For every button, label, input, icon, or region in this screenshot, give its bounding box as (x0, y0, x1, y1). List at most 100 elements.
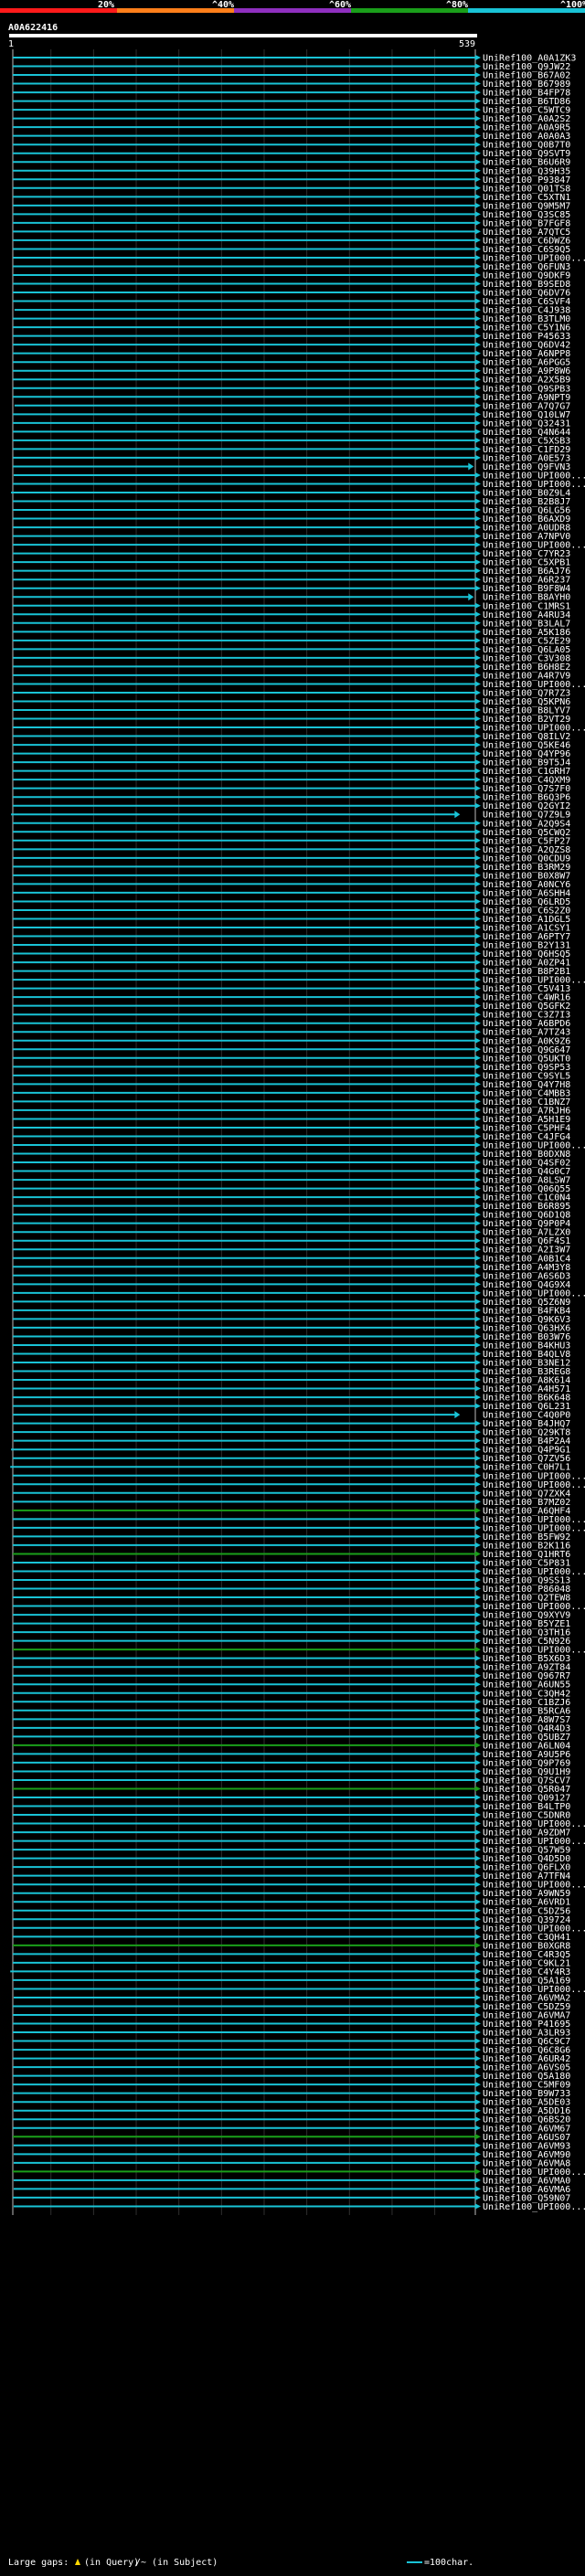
hit-end-arrow (475, 1838, 481, 1844)
hit-end-arrow (475, 542, 481, 548)
hit-end-arrow (475, 515, 481, 522)
hit-end-arrow (475, 472, 481, 478)
hit-end-arrow (475, 2030, 481, 2036)
hit-end-arrow (475, 1360, 481, 1365)
legend-scale-label: =100char. (424, 2558, 473, 2568)
hit-end-arrow (475, 1577, 481, 1583)
hit-end-arrow (475, 1499, 481, 1505)
hit-end-arrow (475, 1768, 481, 1775)
hit-row[interactable]: UniRef100_UPI000... (13, 2202, 585, 2212)
hit-end-arrow (475, 298, 481, 304)
hit-end-arrow (475, 2203, 481, 2210)
hit-end-arrow (475, 185, 481, 191)
hit-end-arrow (475, 1420, 481, 1426)
hit-end-arrow (475, 1037, 481, 1044)
hit-end-arrow (475, 307, 481, 313)
hit-end-arrow (475, 350, 481, 356)
hit-end-arrow (475, 1255, 481, 1261)
hit-end-arrow (475, 1595, 481, 1601)
hit-end-arrow (475, 194, 481, 200)
hit-end-arrow (475, 1403, 481, 1409)
hit-end-arrow (475, 1341, 481, 1348)
hit-end-arrow (475, 689, 481, 695)
hit-end-arrow (475, 2020, 481, 2027)
hit-end-arrow (475, 1307, 481, 1313)
hit-end-arrow (475, 1786, 481, 1792)
query-id: A0A622416 (8, 23, 58, 33)
hit-end-arrow (475, 2116, 481, 2123)
hit-end-arrow (475, 1299, 481, 1305)
hit-end-arrow (475, 272, 481, 278)
hit-end-arrow (475, 1795, 481, 1800)
hit-end-arrow (475, 750, 481, 757)
hit-end-arrow (475, 2012, 481, 2018)
hit-end-arrow (475, 124, 481, 131)
hit-end-arrow (475, 802, 481, 809)
hit-end-arrow (475, 507, 481, 514)
hit-label[interactable]: UniRef100_UPI000... (483, 2202, 585, 2212)
hit-end-arrow (475, 2038, 481, 2044)
hit-end-arrow (475, 1177, 481, 1183)
hit-end-arrow (475, 2099, 481, 2105)
hit-end-arrow (475, 1394, 481, 1401)
hit-end-arrow (475, 2072, 481, 2079)
hit-end-arrow (475, 898, 481, 905)
hit-end-arrow (475, 1733, 481, 1740)
hit-end-arrow (475, 1368, 481, 1374)
hit-end-arrow (475, 985, 481, 991)
hit-end-arrow (475, 2047, 481, 2053)
hit-end-arrow (475, 481, 481, 487)
hit-end-arrow (475, 1160, 481, 1166)
hit-end-arrow (475, 1220, 481, 1226)
hit-end-arrow (475, 1316, 481, 1322)
hit-end-arrow (475, 785, 481, 791)
hit-end-arrow (475, 80, 481, 87)
hit-end-arrow (475, 2142, 481, 2148)
hit-end-arrow (475, 1133, 481, 1140)
query-bar (9, 34, 477, 37)
legend-gap-subject: /~ (in Subject) (135, 2558, 218, 2568)
hit-end-arrow (475, 759, 481, 766)
hit-end-arrow (475, 1002, 481, 1009)
identity-color-scale (0, 8, 585, 13)
hit-end-arrow (475, 1847, 481, 1853)
hit-end-arrow (475, 733, 481, 739)
hit-end-arrow (475, 1638, 481, 1644)
hit-end-arrow (475, 2168, 481, 2175)
hit-end-arrow (475, 1516, 481, 1522)
hit-end-arrow (475, 1890, 481, 1896)
hit-end-arrow (475, 1690, 481, 1696)
query-start-label: 1 (8, 39, 14, 49)
hit-end-arrow (475, 394, 481, 400)
hit-end-arrow (475, 1977, 481, 1983)
hit-end-arrow (475, 977, 481, 983)
hit-end-arrow (475, 1759, 481, 1765)
hit-end-arrow (475, 1907, 481, 1913)
hit-end-arrow (475, 663, 481, 670)
hit-end-arrow (475, 1246, 481, 1253)
hit-end-arrow (475, 2134, 481, 2140)
scale-tick-label: ^40% (212, 0, 234, 10)
hit-end-arrow (475, 1264, 481, 1270)
hit-end-arrow (475, 211, 481, 217)
hit-end-arrow (454, 1411, 461, 1419)
hit-end-arrow (475, 559, 481, 566)
hit-end-arrow (475, 1351, 481, 1357)
hit-end-arrow (475, 133, 481, 139)
hit-end-arrow (475, 115, 481, 122)
hit-end-arrow (475, 1020, 481, 1026)
hit-end-arrow (475, 263, 481, 270)
hit-end-arrow (475, 698, 481, 705)
hit-end-arrow (475, 777, 481, 783)
hit-end-arrow (475, 98, 481, 104)
hit-end-arrow (475, 490, 481, 495)
hit-end-arrow (475, 1124, 481, 1130)
hit-end-arrow (475, 1377, 481, 1383)
hit-end-arrow (475, 1803, 481, 1809)
hit-end-arrow (475, 1012, 481, 1018)
hit-end-arrow (475, 246, 481, 252)
hit-end-arrow (475, 219, 481, 226)
hit-end-arrow (475, 333, 481, 339)
hit-end-arrow (475, 1872, 481, 1879)
hit-end-arrow (475, 1751, 481, 1757)
